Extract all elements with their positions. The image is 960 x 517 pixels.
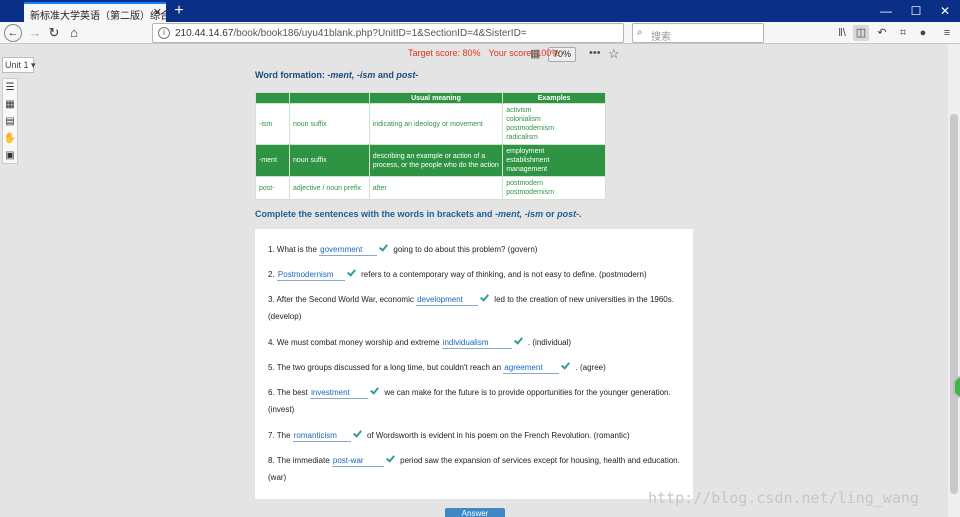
answer-field[interactable]: investment xyxy=(310,387,369,399)
question-item: 3. After the Second World War, economic … xyxy=(268,293,674,321)
answer-field[interactable]: government xyxy=(319,244,378,256)
answer-field[interactable]: Postmodernism xyxy=(276,269,345,281)
document-icon[interactable]: ▤ xyxy=(3,114,17,130)
question-item: 1. What is the government going to do ab… xyxy=(268,243,538,256)
back-arrow-icon[interactable]: ← xyxy=(4,24,22,42)
crop-icon[interactable]: ⌗ xyxy=(895,25,911,41)
window-close-icon[interactable]: ✕ xyxy=(930,0,960,22)
question-item: 4. We must combat money worship and extr… xyxy=(268,336,572,349)
exercise-instruction: Complete the sentences with the words in… xyxy=(255,209,582,219)
meaning-cell: after xyxy=(368,176,504,200)
table-header: Usual meaning xyxy=(368,92,504,104)
question-item: 5. The two groups discussed for a long t… xyxy=(268,361,606,374)
type-cell: adjective / noun prefix xyxy=(288,176,370,200)
search-icon: ⌕ xyxy=(637,27,643,38)
check-icon xyxy=(352,429,363,439)
examples-cell: employment establishment management xyxy=(502,144,606,177)
home-icon[interactable]: ⌂ xyxy=(65,24,83,42)
answer-field[interactable]: romanticism xyxy=(292,430,351,442)
sidebar-toggle-icon[interactable]: ◫ xyxy=(853,25,869,41)
answer-field[interactable]: post-war xyxy=(331,455,384,467)
unit-selector[interactable]: Unit 1 ▾ xyxy=(2,57,36,73)
url-path: /book/book186/uyu41blank.php?UnitID=1&Se… xyxy=(233,28,527,39)
page-scrollbar[interactable] xyxy=(948,44,960,517)
list-icon[interactable]: ☰ xyxy=(3,80,17,96)
examples-cell: activism colonialism postmodernism radic… xyxy=(502,103,606,145)
examples-cell: postmodern postmodernism xyxy=(502,176,606,200)
url-bar[interactable]: i 210.44.14.67/book/book186/uyu41blank.p… xyxy=(152,23,624,43)
check-icon xyxy=(513,336,524,346)
watermark: http://blog.csdn.net/ling_wang xyxy=(648,489,919,507)
question-item: 7. The romanticism of Wordsworth is evid… xyxy=(268,429,630,442)
answer-field[interactable]: individualism xyxy=(441,337,512,349)
table-header-row: Usual meaning Examples xyxy=(255,92,606,104)
table-header xyxy=(255,92,290,104)
answer-button[interactable]: Answer xyxy=(445,508,505,517)
page-actions-icon[interactable]: ••• xyxy=(589,47,601,59)
pointer-hand-icon[interactable]: ✋ xyxy=(3,131,17,147)
floating-green-button[interactable] xyxy=(953,376,960,398)
your-score: Your score: 100% xyxy=(488,48,560,58)
check-icon xyxy=(560,361,571,371)
scrollbar-thumb[interactable] xyxy=(950,114,958,494)
word-formation-table: Usual meaning Examples -ism noun suffix … xyxy=(255,92,606,200)
forward-arrow-icon[interactable]: → xyxy=(26,24,44,42)
tab-title: 新标准大学英语（第二版）综合教程 xyxy=(30,11,166,22)
answer-field[interactable]: agreement xyxy=(503,362,560,374)
maximize-icon[interactable]: ☐ xyxy=(901,0,931,22)
new-tab-icon[interactable]: + xyxy=(172,0,186,22)
search-placeholder: 搜索 xyxy=(651,32,671,43)
table-row: post- adjective / noun prefix after post… xyxy=(255,176,606,200)
type-cell: noun suffix xyxy=(288,144,370,177)
answer-field[interactable]: development xyxy=(416,294,479,306)
check-icon xyxy=(378,243,389,253)
meaning-cell: indicating an ideology or movement xyxy=(368,103,504,145)
question-item: 2. Postmodernism refers to a contemporar… xyxy=(268,268,647,281)
reload-icon[interactable]: ↻ xyxy=(45,24,63,42)
chat-icon[interactable]: ● xyxy=(915,25,931,41)
table-row: -ism noun suffix indicating an ideology … xyxy=(255,103,606,145)
check-icon xyxy=(369,386,380,396)
library-icon[interactable]: ‖\ xyxy=(834,25,850,41)
tab-close-icon[interactable]: ✕ xyxy=(153,6,162,19)
check-icon xyxy=(385,454,396,464)
side-toolbar: ☰ ▦ ▤ ✋ ▣ xyxy=(2,78,18,164)
question-item: 6. The best investment we can make for t… xyxy=(268,386,671,414)
tab-bar: 新标准大学英语（第二版）综合教程 ✕ + — ☐ ✕ xyxy=(0,0,960,22)
nav-bar: ← → ↻ ⌂ i 210.44.14.67/book/book186/uyu4… xyxy=(0,22,960,62)
table-row: -ment noun suffix describing an example … xyxy=(255,144,606,177)
table-header xyxy=(288,92,370,104)
table-header: Examples xyxy=(502,92,606,104)
exercise-panel: 1. What is the government going to do ab… xyxy=(255,229,693,499)
type-cell: noun suffix xyxy=(288,103,370,145)
url-host: 210.44.14.67 xyxy=(175,28,234,39)
affix-cell: -ism xyxy=(255,103,290,145)
browser-tab[interactable]: 新标准大学英语（第二版）综合教程 ✕ xyxy=(24,2,166,22)
info-icon[interactable]: i xyxy=(158,27,170,39)
check-icon xyxy=(479,293,490,303)
menu-icon[interactable]: ≡ xyxy=(939,25,955,41)
question-item: 8. The immediate post-war period saw the… xyxy=(268,454,680,482)
undo-icon[interactable]: ↶ xyxy=(874,25,890,41)
score-line: Target score: 80% Your score: 100% xyxy=(408,48,559,58)
affix-cell: post- xyxy=(255,176,290,200)
target-score: Target score: 80% xyxy=(408,48,481,58)
search-input[interactable]: ⌕ 搜索 xyxy=(632,23,764,43)
grid-icon[interactable]: ▦ xyxy=(3,97,17,113)
check-icon xyxy=(346,268,357,278)
section-title: Word formation: -ment, -ism and post- xyxy=(255,70,419,80)
meaning-cell: describing an example or action of a pro… xyxy=(368,144,504,177)
minimize-icon[interactable]: — xyxy=(871,0,901,22)
affix-cell: -ment xyxy=(255,144,290,177)
bookmark-star-icon[interactable]: ☆ xyxy=(608,46,620,62)
book-icon[interactable]: ▣ xyxy=(3,148,17,164)
